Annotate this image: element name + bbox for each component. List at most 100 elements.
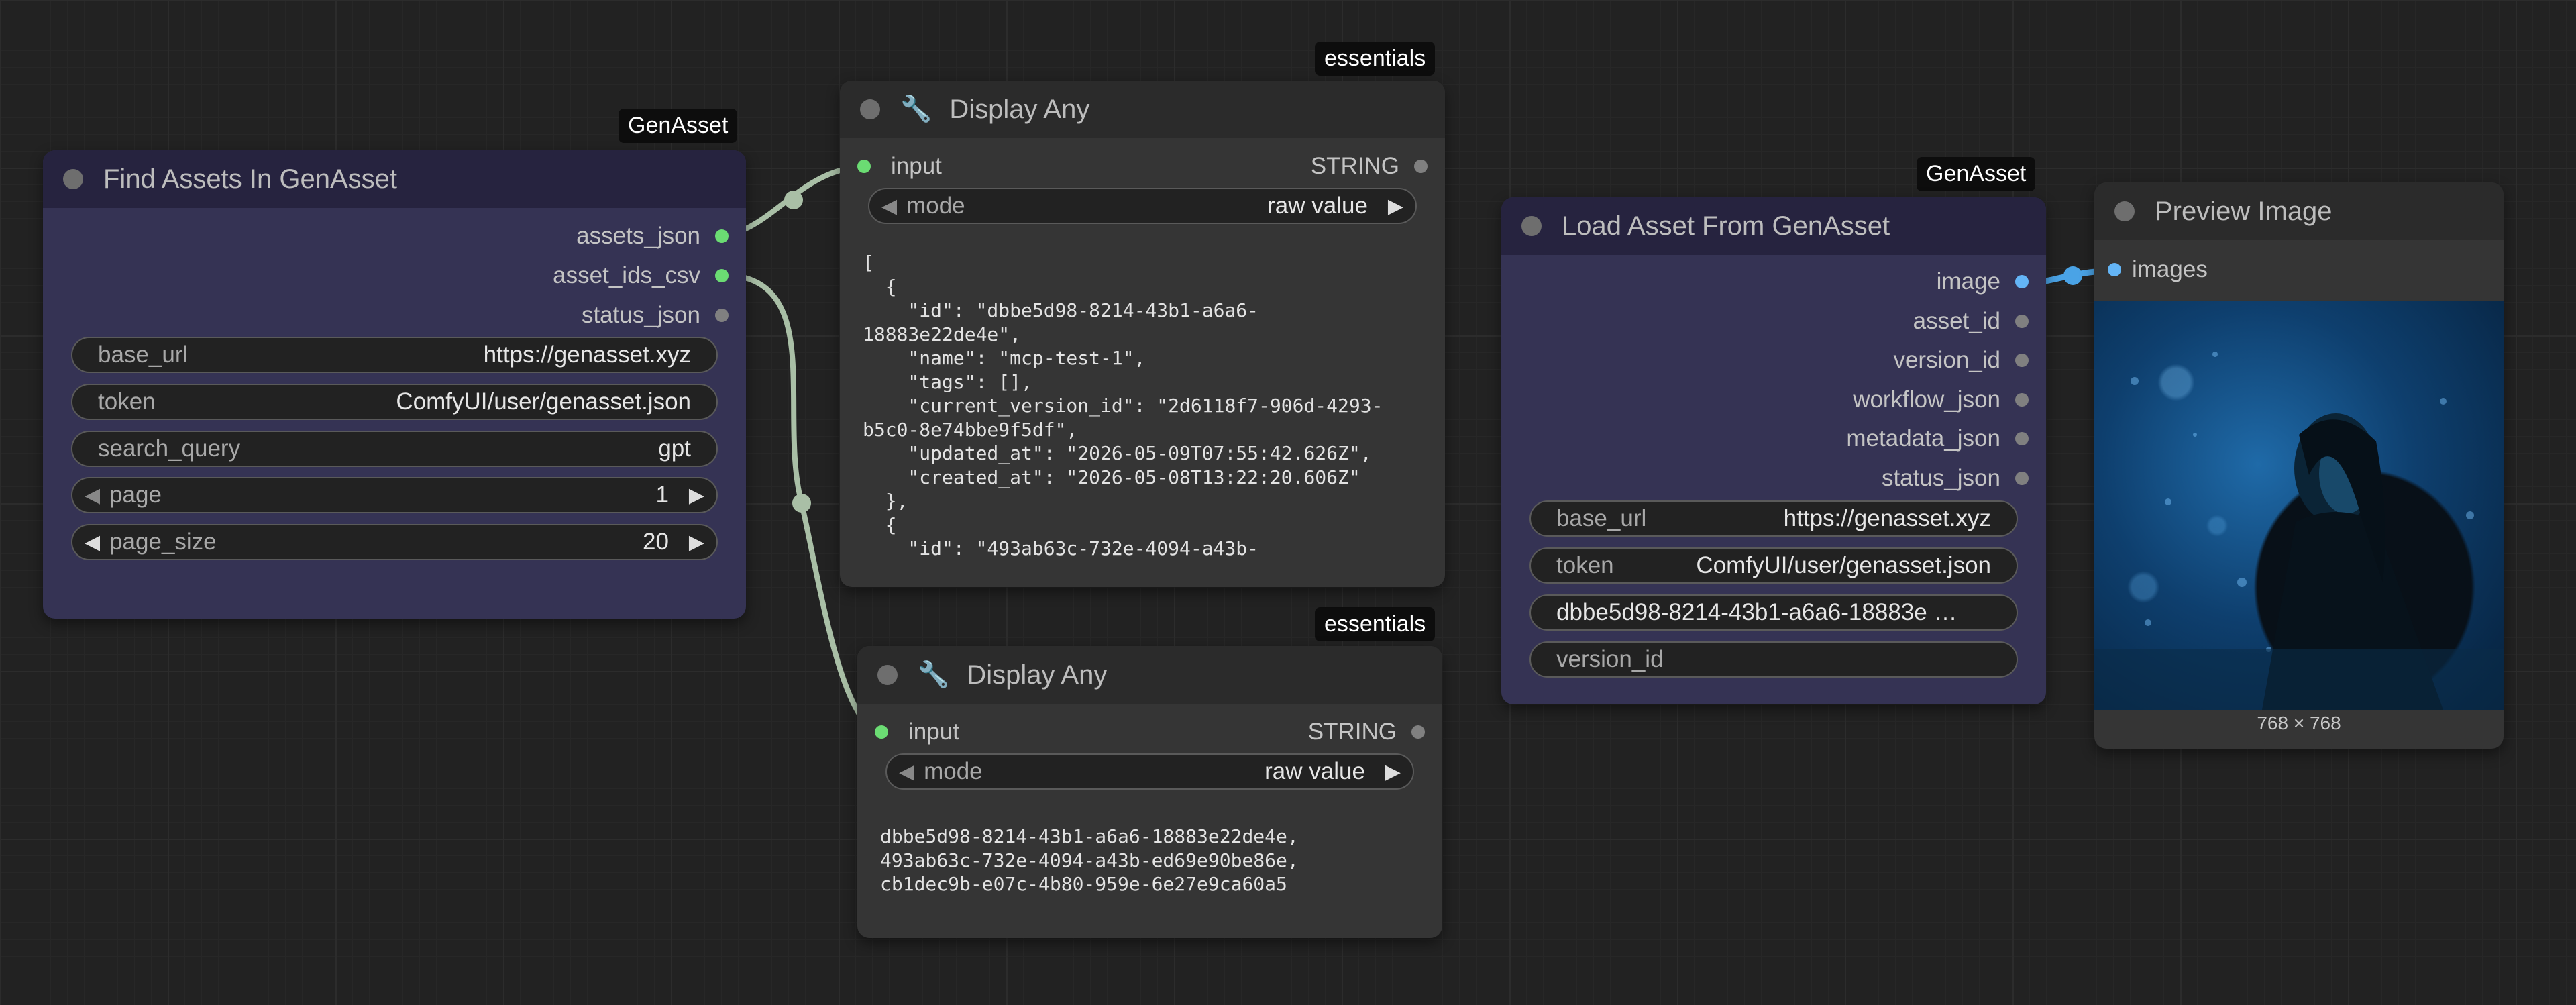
output-slot-status-json[interactable]: status_json: [1882, 465, 2029, 492]
node-title-bar[interactable]: 🔧 Display Any: [857, 646, 1442, 704]
node-title-bar[interactable]: Preview Image: [2094, 182, 2504, 240]
slot-label: images: [2132, 256, 2208, 282]
decrement-arrow-icon[interactable]: ◀: [85, 531, 100, 554]
input-dot-icon[interactable]: [875, 725, 888, 739]
widget-value: ComfyUI/user/genasset.json: [1696, 552, 1991, 578]
base-url-field[interactable]: base_url https://genasset.xyz: [1529, 500, 2018, 537]
node-title-bar[interactable]: 🔧 Display Any: [840, 81, 1445, 138]
output-slot-image[interactable]: image: [1937, 268, 2029, 295]
search-query-field[interactable]: search_query gpt: [71, 431, 718, 467]
preview-image-node[interactable]: Preview Image images 768 × 768: [2094, 182, 2504, 749]
collapse-dot-icon[interactable]: [860, 99, 880, 119]
input-slot[interactable]: input: [875, 719, 959, 745]
slot-label: version_id: [1893, 347, 2000, 373]
output-slot-assets-json[interactable]: assets_json: [576, 223, 729, 250]
token-field[interactable]: token ComfyUI/user/genasset.json: [71, 384, 718, 420]
badge-genasset: GenAsset: [1917, 157, 2036, 191]
collapse-dot-icon[interactable]: [63, 169, 83, 189]
display-any-node[interactable]: 🔧 Display Any input STRING ◀ mode raw va…: [857, 646, 1442, 938]
input-dot-icon[interactable]: [2108, 263, 2121, 276]
collapse-dot-icon[interactable]: [1521, 216, 1542, 236]
output-slot-asset-id[interactable]: asset_id: [1913, 308, 2029, 335]
asset-id-select[interactable]: dbbe5d98-8214-43b1-a6a6-18883e …: [1529, 594, 2018, 631]
widget-value: gpt: [658, 435, 691, 462]
slot-label: asset_ids_csv: [553, 262, 700, 288]
decrement-arrow-icon[interactable]: ◀: [85, 484, 100, 507]
output-dot-icon[interactable]: [715, 229, 729, 243]
page-stepper[interactable]: ◀ page 1 ▶: [71, 477, 718, 513]
widget-label: base_url: [1556, 505, 1647, 531]
link-reroute-dot[interactable]: [792, 494, 811, 513]
find-assets-node[interactable]: Find Assets In GenAsset assets_json asse…: [43, 150, 746, 619]
widget-value: 20: [642, 529, 669, 555]
increment-arrow-icon[interactable]: ▶: [689, 484, 704, 507]
output-dot-icon[interactable]: [715, 309, 729, 322]
widget-label: base_url: [98, 341, 189, 368]
output-slot-string[interactable]: STRING: [1311, 153, 1428, 180]
input-dot-icon[interactable]: [857, 160, 871, 173]
widget-label: token: [1556, 552, 1614, 578]
collapse-dot-icon[interactable]: [2114, 201, 2135, 221]
input-slot-images[interactable]: images: [2108, 256, 2208, 283]
output-text-area[interactable]: [ { "id": "dbbe5d98-8214-43b1-a6a6- 1888…: [863, 251, 1432, 566]
node-title: Display Any: [967, 659, 1108, 690]
badge-essentials: essentials: [1315, 42, 1436, 76]
page-size-stepper[interactable]: ◀ page_size 20 ▶: [71, 524, 718, 560]
slot-label: input: [891, 153, 942, 179]
output-slot-status-json[interactable]: status_json: [582, 302, 729, 329]
node-title: Load Asset From GenAsset: [1562, 211, 1890, 241]
output-dot-icon[interactable]: [2015, 315, 2029, 328]
widget-value: 1: [655, 482, 669, 508]
output-slot-asset-ids-csv[interactable]: asset_ids_csv: [553, 262, 729, 289]
node-title-bar[interactable]: Find Assets In GenAsset: [43, 150, 746, 208]
increment-arrow-icon[interactable]: ▶: [1388, 195, 1403, 218]
increment-arrow-icon[interactable]: ▶: [1385, 760, 1401, 784]
version-id-field[interactable]: version_id: [1529, 641, 2018, 678]
output-dot-icon[interactable]: [2015, 432, 2029, 445]
mode-select[interactable]: ◀ mode raw value ▶: [868, 188, 1417, 224]
output-dot-icon[interactable]: [2015, 393, 2029, 407]
rainy-portrait-art: [2094, 352, 2504, 710]
widget-label: page: [109, 482, 162, 508]
mode-select[interactable]: ◀ mode raw value ▶: [885, 753, 1414, 790]
collapse-dot-icon[interactable]: [877, 665, 898, 685]
output-dot-icon[interactable]: [2015, 472, 2029, 485]
decrement-arrow-icon[interactable]: ◀: [899, 760, 914, 784]
token-field[interactable]: token ComfyUI/user/genasset.json: [1529, 547, 2018, 584]
decrement-arrow-icon[interactable]: ◀: [881, 195, 897, 218]
badge-genasset: GenAsset: [619, 109, 738, 143]
widget-label: page_size: [109, 529, 217, 555]
slot-label: status_json: [581, 302, 700, 328]
output-slot-workflow-json[interactable]: workflow_json: [1853, 386, 2029, 413]
output-slot-string[interactable]: STRING: [1308, 719, 1425, 745]
input-slot[interactable]: input: [857, 153, 942, 180]
output-slot-metadata-json[interactable]: metadata_json: [1846, 425, 2029, 452]
widget-label: mode: [906, 193, 965, 219]
widget-label: token: [98, 388, 156, 415]
output-dot-icon[interactable]: [1414, 160, 1428, 173]
widget-value: ComfyUI/user/genasset.json: [396, 388, 691, 415]
increment-arrow-icon[interactable]: ▶: [689, 531, 704, 554]
output-dot-icon[interactable]: [1411, 725, 1425, 739]
slot-label: asset_id: [1913, 308, 2000, 334]
widget-value: https://genasset.xyz: [483, 341, 691, 368]
display-any-node[interactable]: 🔧 Display Any input STRING ◀ mode raw va…: [840, 81, 1445, 587]
node-title: Preview Image: [2155, 196, 2332, 226]
output-dot-icon[interactable]: [2015, 275, 2029, 288]
badge-essentials: essentials: [1315, 607, 1436, 641]
link-reroute-dot[interactable]: [2063, 266, 2082, 285]
output-text: [ { "id": "dbbe5d98-8214-43b1-a6a6- 1888…: [863, 252, 1383, 560]
output-slot-version-id[interactable]: version_id: [1893, 347, 2029, 374]
widget-label: version_id: [1556, 646, 1664, 672]
base-url-field[interactable]: base_url https://genasset.xyz: [71, 337, 718, 373]
slot-label: metadata_json: [1846, 425, 2000, 452]
link-reroute-dot[interactable]: [784, 191, 803, 209]
load-asset-node[interactable]: Load Asset From GenAsset image asset_id …: [1501, 197, 2046, 704]
node-title-bar[interactable]: Load Asset From GenAsset: [1501, 197, 2046, 255]
slot-label: image: [1936, 268, 2000, 295]
output-dot-icon[interactable]: [715, 269, 729, 282]
widget-value: https://genasset.xyz: [1783, 505, 1991, 531]
widget-label: search_query: [98, 435, 241, 462]
output-dot-icon[interactable]: [2015, 354, 2029, 367]
wrench-icon: 🔧: [900, 95, 932, 123]
